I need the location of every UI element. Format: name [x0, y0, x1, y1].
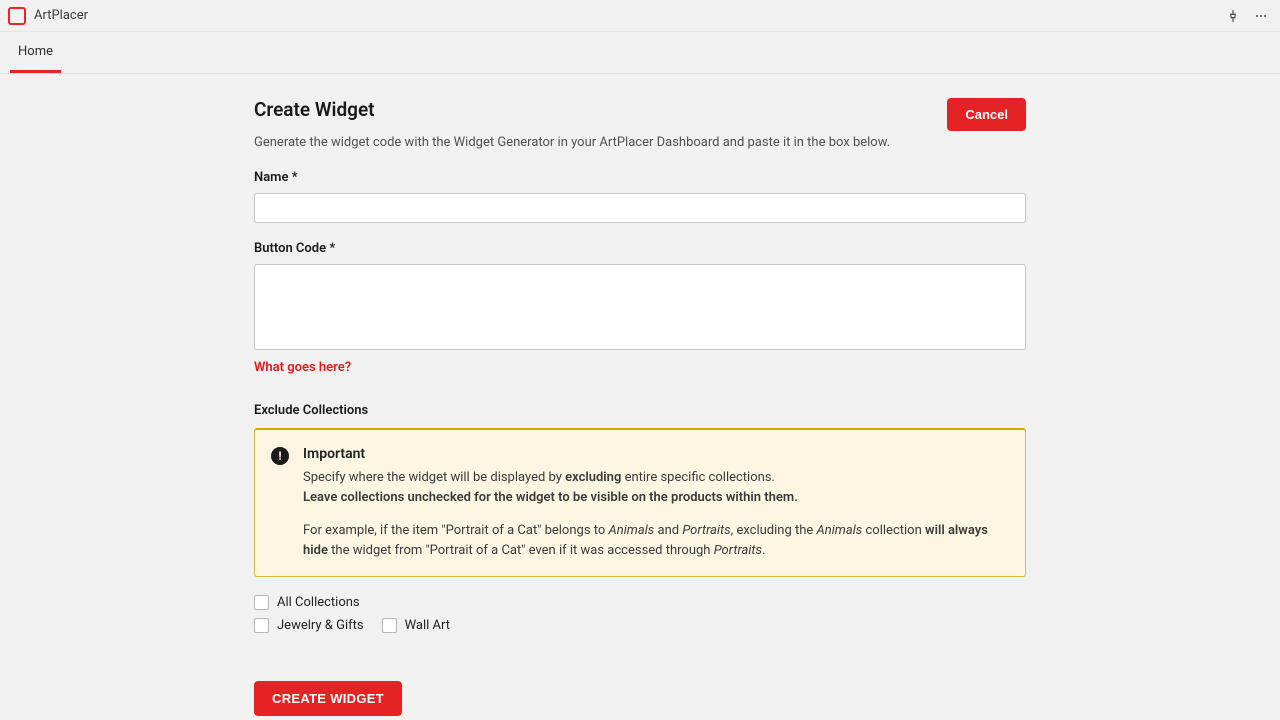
- create-widget-button[interactable]: Create Widget: [254, 681, 402, 716]
- tabs-row: Home: [0, 32, 1280, 74]
- checkbox-grid: Jewelry & Gifts Wall Art: [254, 618, 1026, 641]
- exclude-label: Exclude Collections: [254, 403, 1026, 418]
- more-icon[interactable]: [1254, 9, 1268, 23]
- checkbox-label: Jewelry & Gifts: [277, 618, 364, 633]
- alert-icon: !: [271, 447, 289, 465]
- code-input[interactable]: [254, 264, 1026, 350]
- checkbox-label: Wall Art: [405, 618, 450, 633]
- brand-icon: [8, 7, 26, 25]
- topbar: ArtPlacer: [0, 0, 1280, 32]
- banner-text: Portraits: [714, 543, 762, 558]
- banner-text: Portraits: [682, 523, 730, 538]
- checkbox-item-row: Jewelry & Gifts: [254, 618, 364, 633]
- important-banner: ! Important Specify where the widget wil…: [254, 428, 1026, 577]
- help-link[interactable]: What goes here?: [254, 360, 351, 375]
- banner-title: Important: [303, 446, 1007, 462]
- tab-home[interactable]: Home: [10, 32, 61, 73]
- page-title: Create Widget: [254, 98, 375, 121]
- page-subtitle: Generate the widget code with the Widget…: [254, 135, 1026, 150]
- banner-body: Specify where the widget will be display…: [303, 468, 1007, 560]
- cancel-button[interactable]: Cancel: [947, 98, 1026, 131]
- topbar-actions: [1226, 9, 1268, 23]
- banner-text: Specify where the widget will be display…: [303, 470, 565, 485]
- banner-text: Animals: [817, 523, 863, 538]
- pin-icon[interactable]: [1226, 9, 1240, 23]
- banner-text: .: [762, 543, 765, 558]
- content: Create Widget Cancel Generate the widget…: [252, 98, 1028, 716]
- checkbox-jewelry[interactable]: [254, 618, 269, 633]
- checkbox-item-row: Wall Art: [382, 618, 450, 633]
- header-row: Create Widget Cancel: [254, 98, 1026, 131]
- topbar-brand: ArtPlacer: [8, 7, 88, 25]
- banner-text: , excluding the: [731, 523, 817, 538]
- brand-name: ArtPlacer: [34, 8, 88, 23]
- banner-text: Animals: [609, 523, 655, 538]
- code-label: Button Code *: [254, 241, 1026, 256]
- banner-text: and: [654, 523, 682, 538]
- banner-text: the widget from "Portrait of a Cat" even…: [328, 543, 714, 558]
- banner-text: For example, if the item "Portrait of a …: [303, 523, 609, 538]
- checkbox-wallart[interactable]: [382, 618, 397, 633]
- banner-text: excluding: [565, 470, 621, 485]
- checkbox-all-row: All Collections: [254, 595, 1026, 610]
- banner-text: entire specific collections.: [621, 470, 775, 485]
- name-input[interactable]: [254, 193, 1026, 223]
- name-label: Name *: [254, 170, 1026, 185]
- banner-text: Leave collections unchecked for the widg…: [303, 488, 1007, 508]
- checkbox-all-label: All Collections: [277, 595, 360, 610]
- banner-text: collection: [862, 523, 925, 538]
- checkbox-all[interactable]: [254, 595, 269, 610]
